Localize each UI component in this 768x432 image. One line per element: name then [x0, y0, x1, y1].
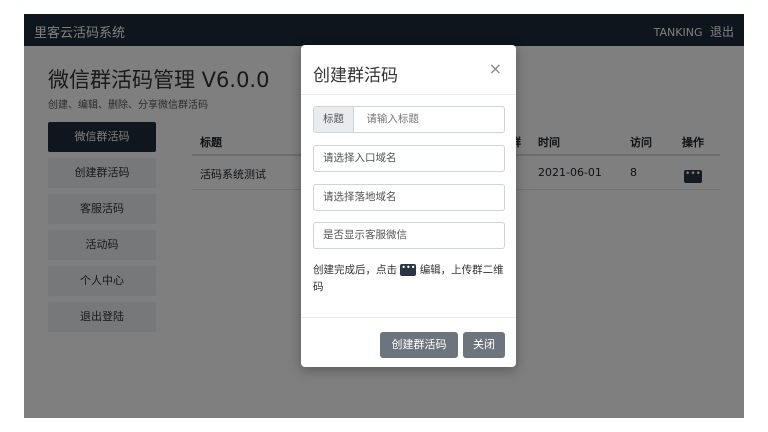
modal-header: 创建群活码 ×: [301, 45, 516, 95]
screen: 里客云活码系统 TANKING 退出 微信群活码管理 V6.0.0 创建、编辑、…: [0, 0, 768, 432]
title-input[interactable]: 请输入标题: [357, 107, 419, 132]
title-input-group[interactable]: 标题 请输入标题: [313, 106, 505, 133]
close-icon[interactable]: ×: [489, 59, 502, 78]
close-button[interactable]: 关闭: [463, 332, 505, 358]
modal-footer: 创建群活码 关闭: [301, 317, 516, 367]
title-input-addon: 标题: [314, 107, 354, 132]
modal-hint: 创建完成后，点击 ••• 编辑，上传群二维码: [313, 262, 508, 296]
app-window: 里客云活码系统 TANKING 退出 微信群活码管理 V6.0.0 创建、编辑、…: [24, 14, 744, 418]
modal-title: 创建群活码: [313, 66, 398, 86]
create-group-code-modal: 创建群活码 × 标题 请输入标题 请选择入口域名 请选择落地域名 是否显示客服微…: [301, 45, 516, 367]
hint-text-before: 创建完成后，点击: [313, 264, 397, 276]
landing-domain-select[interactable]: 请选择落地域名: [313, 184, 505, 211]
more-icon: •••: [400, 264, 417, 276]
show-service-select[interactable]: 是否显示客服微信: [313, 222, 505, 249]
entry-domain-select[interactable]: 请选择入口域名: [313, 145, 505, 172]
create-group-code-button[interactable]: 创建群活码: [380, 332, 458, 358]
